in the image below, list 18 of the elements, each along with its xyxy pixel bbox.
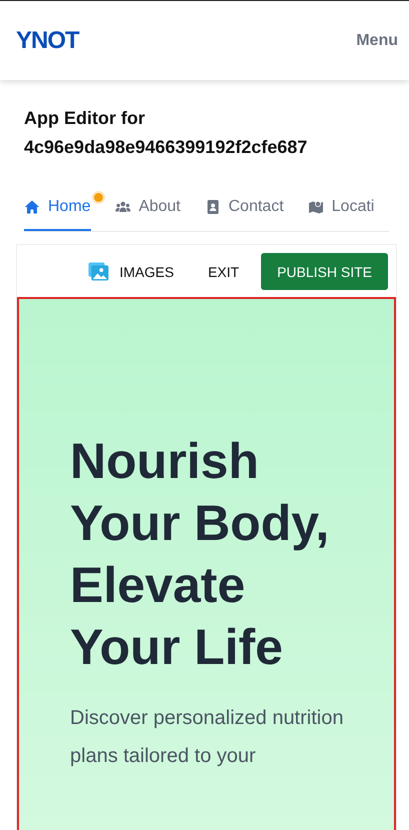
menu-link[interactable]: Menu [356,32,398,50]
hero-heading: Nourish Your Body, Elevate Your Life [70,432,330,677]
images-button[interactable]: IMAGES [76,254,186,289]
editor-title: App Editor for [24,107,146,130]
users-icon [114,199,131,215]
hero-text: Discover personalized nutrition plans tailored to your [70,706,344,769]
contact-card-icon [204,199,220,215]
logo[interactable]: YNOT [16,26,79,54]
nav-tab[interactable]: About [114,189,180,231]
app-id: 4c96e9da98e9466399192f2cfe687 [24,136,308,159]
exit-button[interactable]: EXIT [196,256,252,288]
nav-tab[interactable]: Locati [308,189,374,231]
publish-site-button[interactable]: PUBLISH SITE [261,253,388,290]
nav-tab[interactable]: Home [24,189,91,231]
map-icon [308,199,324,215]
images-icon [88,262,110,281]
nav-tab[interactable]: Contact [204,189,284,231]
home-icon [24,199,40,215]
